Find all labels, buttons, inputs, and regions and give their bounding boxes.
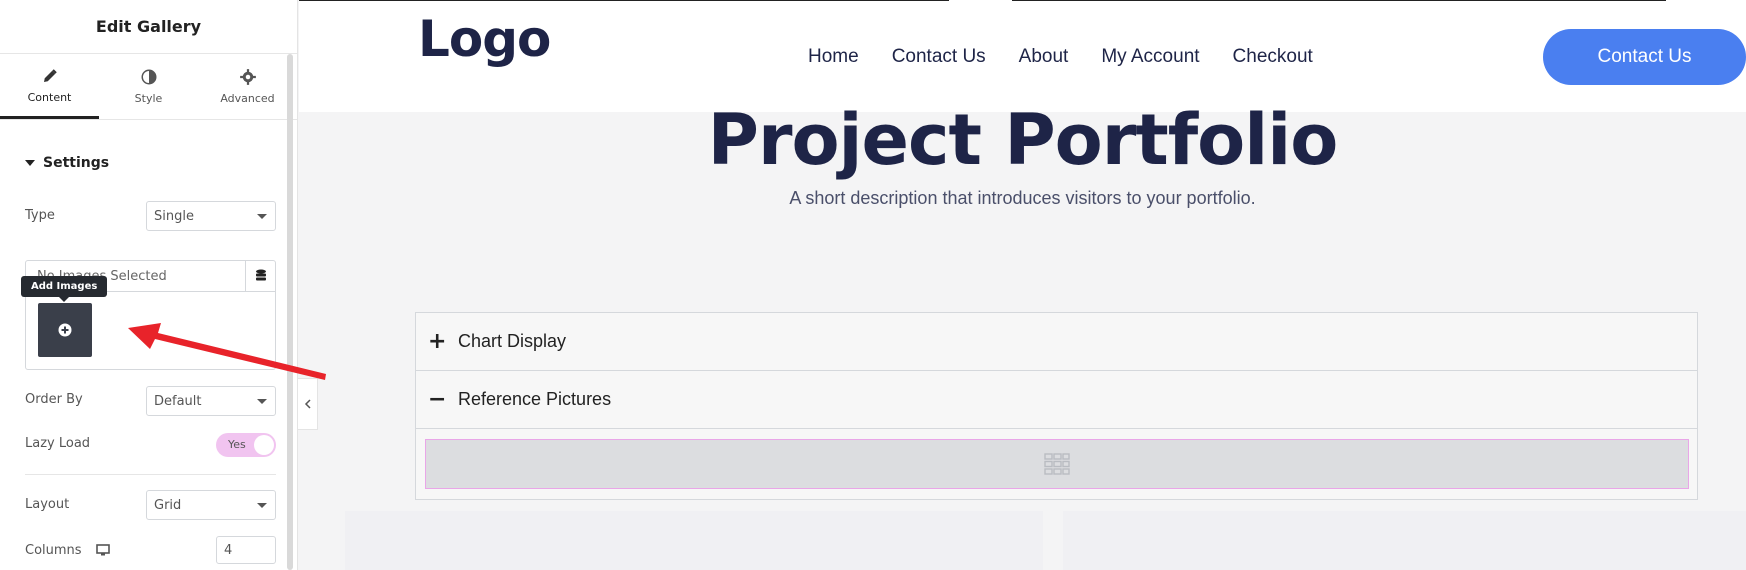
contrast-icon: [141, 69, 156, 85]
main-nav: Home Contact Us About My Account Checkou…: [808, 46, 1346, 68]
type-select[interactable]: Single: [146, 201, 276, 231]
panel-header: Edit Gallery: [0, 0, 297, 54]
chevron-left-icon: [304, 399, 311, 409]
panel-title: Edit Gallery: [95, 17, 202, 36]
content-card: [345, 511, 1043, 570]
lazy-load-value: Yes: [228, 438, 246, 451]
chevron-down-icon: [257, 214, 267, 219]
panel-tabs: Content Style Advanced: [0, 54, 297, 120]
tab-style[interactable]: Style: [99, 54, 198, 119]
order-by-value: Default: [154, 393, 202, 409]
caret-down-icon: [25, 160, 35, 166]
tab-advanced-label: Advanced: [220, 92, 275, 105]
settings-section-label: Settings: [43, 155, 110, 171]
columns-label: Columns: [25, 543, 82, 558]
layout-value: Grid: [154, 497, 182, 513]
lazy-load-label: Lazy Load: [25, 436, 91, 451]
plus-icon: +: [428, 328, 447, 354]
database-icon: [255, 269, 266, 281]
nav-checkout[interactable]: Checkout: [1233, 46, 1313, 68]
dynamic-tags-button[interactable]: [245, 260, 275, 292]
desktop-icon[interactable]: [96, 544, 110, 556]
toggle-knob: [254, 435, 274, 455]
divider: [1012, 0, 1666, 1]
nav-home[interactable]: Home: [808, 46, 859, 68]
plus-circle-icon: [58, 323, 72, 337]
order-by-select[interactable]: Default: [146, 386, 276, 416]
accordion-item-chart-display[interactable]: + Chart Display: [416, 313, 1697, 371]
page-title: Project Portfolio: [707, 99, 1339, 181]
gallery-grid-icon: [1044, 453, 1070, 475]
contact-us-button[interactable]: Contact Us: [1543, 29, 1746, 85]
accordion-title: Chart Display: [458, 331, 567, 351]
chevron-down-icon: [257, 399, 267, 404]
collapse-panel-button[interactable]: [298, 378, 318, 430]
site-logo[interactable]: Logo: [418, 10, 551, 68]
tab-style-label: Style: [134, 92, 163, 105]
order-by-label: Order By: [25, 392, 83, 407]
nav-my-account[interactable]: My Account: [1101, 46, 1199, 68]
divider: [25, 474, 276, 475]
nav-contact-us[interactable]: Contact Us: [892, 46, 986, 68]
type-label: Type: [25, 208, 55, 223]
add-images-button[interactable]: [38, 303, 92, 357]
gallery-placeholder[interactable]: [425, 439, 1689, 489]
tab-advanced[interactable]: Advanced: [198, 54, 297, 119]
accordion-item-reference-pictures[interactable]: − Reference Pictures: [416, 371, 1697, 429]
layout-label: Layout: [25, 497, 70, 512]
divider: [299, 0, 949, 1]
tab-content[interactable]: Content: [0, 54, 99, 119]
accordion-title: Reference Pictures: [458, 389, 612, 409]
nav-about[interactable]: About: [1019, 46, 1069, 68]
lazy-load-toggle[interactable]: Yes: [216, 433, 276, 457]
chevron-down-icon: [257, 503, 267, 508]
columns-input[interactable]: 4: [216, 536, 276, 564]
page-subtitle: A short description that introduces visi…: [789, 188, 1256, 208]
layout-select[interactable]: Grid: [146, 490, 276, 520]
type-select-value: Single: [154, 208, 194, 224]
panel-scrollbar[interactable]: [287, 54, 293, 570]
settings-section-toggle[interactable]: Settings: [25, 155, 109, 171]
add-images-tooltip: Add Images: [21, 276, 108, 302]
content-card: [1063, 511, 1746, 570]
pencil-icon: [43, 68, 57, 82]
accordion: + Chart Display − Reference Pictures: [415, 312, 1698, 500]
gear-icon: [239, 69, 256, 85]
tab-content-label: Content: [27, 90, 72, 104]
minus-icon: −: [428, 386, 447, 412]
editor-panel: Edit Gallery Content Style Advanced Sett…: [0, 0, 298, 570]
site-header: Logo Home Contact Us About My Account Ch…: [299, 0, 1746, 112]
